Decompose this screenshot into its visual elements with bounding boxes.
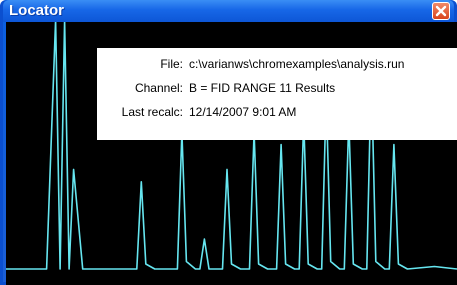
locator-window: Locator File: c:\varianws\chromexamples\… (0, 0, 457, 285)
file-value: c:\varianws\chromexamples\analysis.run (189, 57, 405, 71)
recalc-row: Last recalc: 12/14/2007 9:01 AM (97, 105, 457, 121)
title-bar[interactable]: Locator (3, 0, 454, 22)
file-row: File: c:\varianws\chromexamples\analysis… (97, 57, 457, 73)
close-button[interactable] (432, 2, 450, 20)
recalc-value: 12/14/2007 9:01 AM (189, 105, 297, 119)
window-title: Locator (9, 2, 65, 19)
channel-value: B = FID RANGE 11 Results (189, 81, 336, 95)
recalc-label: Last recalc: (121, 105, 183, 119)
chromatogram-plot[interactable]: File: c:\varianws\chromexamples\analysis… (6, 22, 457, 285)
channel-row: Channel: B = FID RANGE 11 Results (97, 81, 457, 97)
channel-label: Channel: (134, 81, 183, 95)
close-icon (435, 5, 447, 17)
run-info-box: File: c:\varianws\chromexamples\analysis… (97, 48, 457, 140)
file-label: File: (160, 57, 183, 71)
